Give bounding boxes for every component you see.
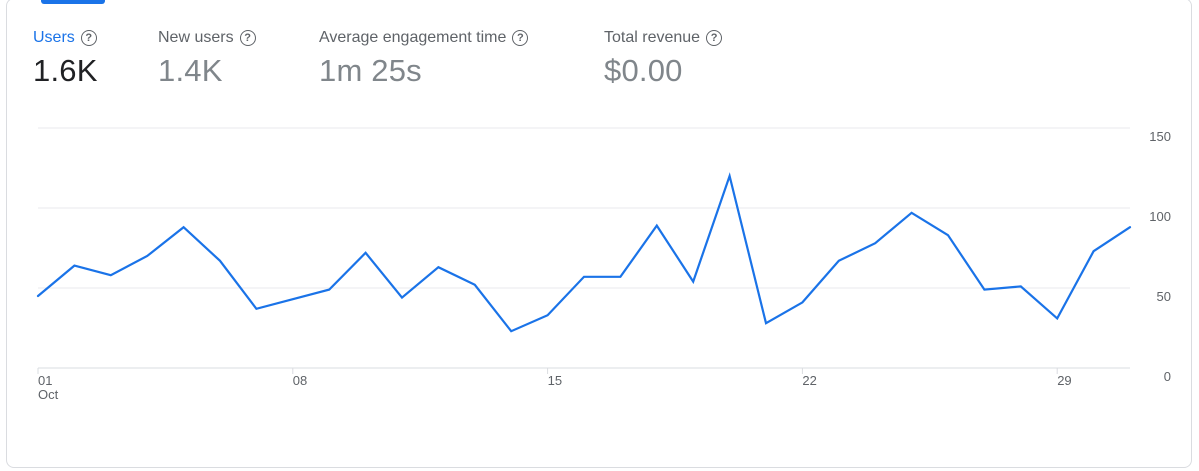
data-point[interactable] (545, 312, 551, 318)
x-tick-label: 01 (38, 373, 52, 388)
x-tick-label: 15 (548, 373, 562, 388)
y-tick-label: 50 (1157, 289, 1171, 304)
users-line-chart[interactable]: 150 100 50 0 01Oct 08 15 22 29 (0, 0, 1199, 471)
data-point[interactable] (71, 263, 77, 269)
data-point[interactable] (799, 299, 805, 305)
series-line-users[interactable] (36, 172, 1132, 333)
data-point[interactable] (836, 258, 842, 264)
data-point[interactable] (981, 287, 987, 293)
data-point[interactable] (872, 240, 878, 246)
data-point[interactable] (217, 258, 223, 264)
data-point[interactable] (399, 295, 405, 301)
data-point[interactable] (144, 253, 150, 259)
data-point[interactable] (326, 287, 332, 293)
y-tick-label: 100 (1149, 209, 1171, 224)
x-tick-label: 22 (802, 373, 816, 388)
data-point[interactable] (1018, 283, 1024, 289)
y-tick-label: 0 (1164, 369, 1171, 384)
data-point[interactable] (1054, 315, 1060, 321)
data-point[interactable] (472, 282, 478, 288)
x-tick-label: 08 (293, 373, 307, 388)
data-point[interactable] (108, 272, 114, 278)
data-point[interactable] (690, 279, 696, 285)
data-point[interactable] (435, 264, 441, 270)
data-point[interactable] (35, 293, 41, 299)
data-point[interactable] (1127, 224, 1133, 230)
data-point[interactable] (181, 224, 187, 230)
data-point[interactable] (654, 223, 660, 229)
x-tick-label: 29 (1057, 373, 1071, 388)
data-point[interactable] (363, 250, 369, 256)
y-tick-label: 150 (1149, 129, 1171, 144)
data-point[interactable] (945, 232, 951, 238)
x-tick-sublabel: Oct (38, 387, 59, 402)
data-point[interactable] (763, 320, 769, 326)
data-point[interactable] (1091, 248, 1097, 254)
data-point[interactable] (290, 296, 296, 302)
data-point[interactable] (727, 173, 733, 179)
data-point[interactable] (253, 306, 259, 312)
data-point[interactable] (581, 274, 587, 280)
data-point[interactable] (617, 274, 623, 280)
data-point[interactable] (909, 210, 915, 216)
data-point[interactable] (508, 328, 514, 334)
